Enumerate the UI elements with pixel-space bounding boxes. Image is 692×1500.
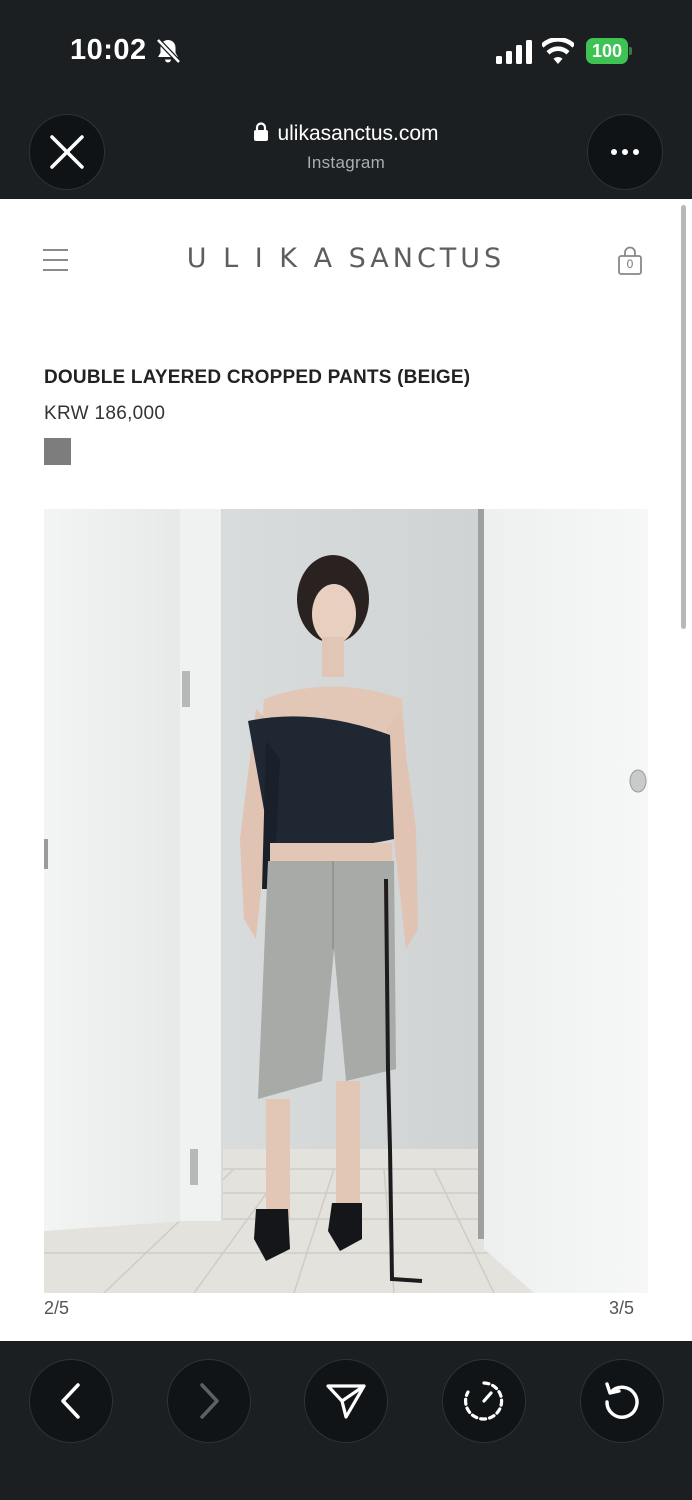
in-app-browser-header: ulikasanctus.com Instagram bbox=[0, 100, 692, 199]
product-price: KRW 186,000 bbox=[44, 403, 166, 424]
share-button[interactable] bbox=[304, 1359, 388, 1443]
activity-button[interactable] bbox=[442, 1359, 526, 1443]
model-photo-illustration bbox=[44, 509, 648, 1293]
more-options-button[interactable] bbox=[587, 114, 663, 190]
chevron-right-icon bbox=[200, 1383, 219, 1419]
gauge-icon bbox=[464, 1381, 504, 1421]
page-scrollbar[interactable] bbox=[681, 205, 686, 629]
cart-icon[interactable]: 0 bbox=[617, 245, 643, 277]
status-time: 10:02 bbox=[70, 34, 147, 66]
battery-indicator: 100 bbox=[586, 38, 632, 64]
back-button[interactable] bbox=[29, 1359, 113, 1443]
forward-button[interactable] bbox=[167, 1359, 251, 1443]
wifi-icon bbox=[542, 38, 574, 64]
color-swatch[interactable] bbox=[44, 438, 71, 465]
reload-icon bbox=[605, 1382, 639, 1419]
gallery-counter-right: 3/5 bbox=[609, 1298, 635, 1318]
reload-button[interactable] bbox=[580, 1359, 664, 1443]
send-icon bbox=[326, 1384, 366, 1419]
browser-toolbar bbox=[0, 1341, 692, 1500]
cellular-signal-icon bbox=[496, 40, 532, 64]
gallery-counter-left: 2/5 bbox=[44, 1298, 70, 1318]
bell-muted-icon bbox=[156, 38, 181, 64]
product-title: DOUBLE LAYERED CROPPED PANTS (BEIGE) bbox=[44, 367, 471, 388]
product-photo[interactable] bbox=[44, 509, 648, 1293]
url-text: ulikasanctus.com bbox=[277, 122, 439, 145]
battery-level: 100 bbox=[586, 38, 628, 64]
chevron-left-icon bbox=[61, 1383, 80, 1419]
lock-icon bbox=[254, 122, 269, 141]
cart-count: 0 bbox=[626, 257, 634, 271]
ellipsis-icon bbox=[611, 149, 639, 155]
status-bar: 10:02 100 bbox=[0, 0, 692, 100]
battery-tip bbox=[629, 47, 632, 55]
brand-logo[interactable]: U L I K A SANCTUS bbox=[0, 243, 692, 274]
webpage-content: U L I K A SANCTUS 0 DOUBLE LAYERED CROPP… bbox=[0, 199, 692, 1341]
